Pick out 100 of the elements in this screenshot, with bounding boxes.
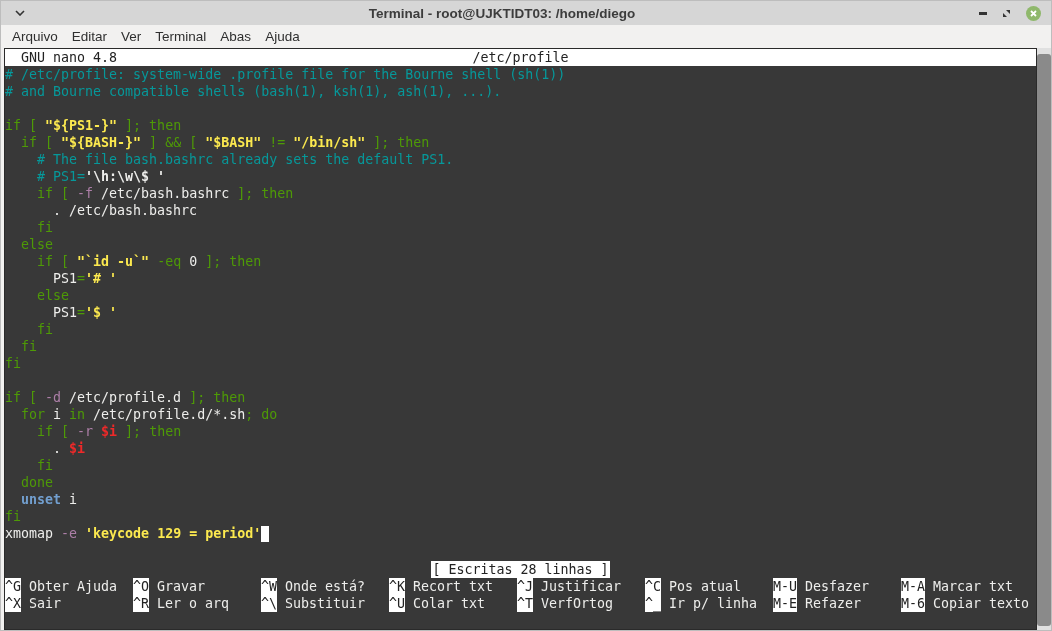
code-token: fi <box>36 457 54 474</box>
code-token: ]; then <box>372 134 430 151</box>
code-token: "${BASH-}" <box>61 134 142 151</box>
code-token: fi <box>20 338 38 355</box>
code-token: if [ <box>36 185 71 202</box>
code-token: $i <box>69 440 86 457</box>
code-token: if [ <box>20 134 55 151</box>
code-token: done <box>20 474 54 491</box>
shortcut-key: ^\ <box>261 595 277 612</box>
code-token: in <box>69 406 86 423</box>
shortcut-key: ^R <box>133 595 149 612</box>
menu-item[interactable]: Terminal <box>148 27 214 46</box>
shortcut-key: M-E <box>773 595 798 612</box>
code-comment: # and Bourne compatible shells (bash(1), ksh(1), ash(1), ...). <box>5 83 502 100</box>
code-token: '# ' <box>85 270 118 287</box>
maximize-icon[interactable] <box>1003 9 1010 17</box>
code-token: /etc/profile.d <box>68 389 183 406</box>
code-token: = <box>77 304 86 321</box>
code-token: xmomap <box>5 525 55 542</box>
shortcut-key: ^W <box>261 578 277 595</box>
chevron-down-icon[interactable] <box>15 10 25 16</box>
code-token: else <box>20 236 54 253</box>
code-comment: # The file bash.bashrc already sets the default PS1. <box>36 151 454 168</box>
code-token: '\h:\w\$ ' <box>85 168 166 185</box>
minimize-icon[interactable] <box>979 11 987 15</box>
code-token: PS1 <box>52 270 78 287</box>
code-token: ; do <box>245 406 278 423</box>
shortcut-key: M-6 <box>901 595 926 612</box>
shortcut-key: M-U <box>773 578 798 595</box>
file-name: /etc/profile <box>472 49 569 66</box>
shortcut-label: VerfOrtog <box>541 595 614 612</box>
code-token: ]; then <box>124 117 182 134</box>
code-token: . /etc/bash.bashrc <box>52 202 198 219</box>
menu-item[interactable]: Editar <box>64 27 115 46</box>
code-token: if [ <box>5 389 39 406</box>
code-token: if [ <box>36 253 71 270</box>
code-token: ]; then <box>237 185 294 202</box>
shortcut-label: Obter Ajuda <box>29 578 118 595</box>
code-token: unset <box>20 491 62 508</box>
code-token: ]; then <box>204 253 262 270</box>
code-token: = <box>77 270 86 287</box>
menu-item[interactable]: Arquivo <box>5 27 65 46</box>
code-token: ]; then <box>124 423 182 440</box>
shortcut-label: Marcar txt <box>933 578 1014 595</box>
shortcut-label: Colar txt <box>413 595 486 612</box>
code-token: /etc/bash.bashrc <box>100 185 231 202</box>
shortcut-label: Ler o arq <box>157 595 230 612</box>
code-token: '$ ' <box>85 304 118 321</box>
code-token: ]; then <box>189 389 246 406</box>
code-token: $i <box>101 423 118 440</box>
shortcut-label: Sair <box>29 595 62 612</box>
code-token: if [ <box>5 117 39 134</box>
code-token: -f <box>77 185 94 202</box>
shortcut-label: Gravar <box>157 578 206 595</box>
code-token: /etc/profile.d/*.sh <box>92 406 246 423</box>
code-token: fi <box>5 508 21 525</box>
shortcut-key: ^U <box>389 595 405 612</box>
code-token: . <box>52 440 63 457</box>
status-message: [ Escritas 28 linhas ] <box>431 561 610 578</box>
shortcut-key: ^C <box>645 578 661 595</box>
code-token: i <box>53 406 63 423</box>
code-token: "$BASH" <box>205 134 262 151</box>
shortcut-label: Copiar texto <box>933 595 1030 612</box>
code-token: 'keycode 129 = period' <box>85 525 262 542</box>
shortcut-key: M-A <box>901 578 926 595</box>
shortcut-label: Justificar <box>541 578 622 595</box>
shortcut-label: Desfazer <box>805 578 870 595</box>
code-token: fi <box>36 219 54 236</box>
code-token: i <box>68 491 78 508</box>
menu-item[interactable]: Ajuda <box>258 27 307 46</box>
shortcut-key: ^O <box>133 578 149 595</box>
nano-version: GNU nano 4.8 <box>20 50 118 65</box>
code-token: "`id -u`" <box>77 253 150 270</box>
shortcut-key: ^T <box>517 595 533 612</box>
code-token: else <box>36 287 70 304</box>
window-title: Terminal - root@UJKTIDT03: /home/diego <box>367 5 637 21</box>
shortcut-key: ^X <box>5 595 21 612</box>
shortcut-label: Recort txt <box>413 578 494 595</box>
shortcut-key: ^_ <box>645 595 661 612</box>
shortcut-label: Ir p/ linha <box>669 595 758 612</box>
code-token: 0 <box>189 253 198 270</box>
menu-item[interactable]: Abas <box>213 27 259 46</box>
shortcut-label: Onde está? <box>285 578 366 595</box>
shortcut-label: Refazer <box>805 595 862 612</box>
code-token: PS1 <box>52 304 78 321</box>
code-token: for <box>20 406 47 423</box>
shortcut-key: ^K <box>389 578 405 595</box>
code-token: != <box>268 134 287 151</box>
code-token: -d <box>45 389 62 406</box>
text-cursor <box>261 526 270 542</box>
code-token: "${PS1-}" <box>45 117 118 134</box>
shortcut-label: Substituir <box>285 595 366 612</box>
code-token: -eq <box>156 253 183 270</box>
code-token: fi <box>36 321 54 338</box>
code-token: -e <box>61 525 79 542</box>
code-token: fi <box>5 355 21 372</box>
menu-item[interactable]: Ver <box>114 27 149 46</box>
shortcut-key: ^J <box>517 578 533 595</box>
code-token: ] && [ <box>148 134 199 151</box>
code-comment: # /etc/profile: system-wide .profile file for the Bourne shell (sh(1)) <box>5 66 566 83</box>
